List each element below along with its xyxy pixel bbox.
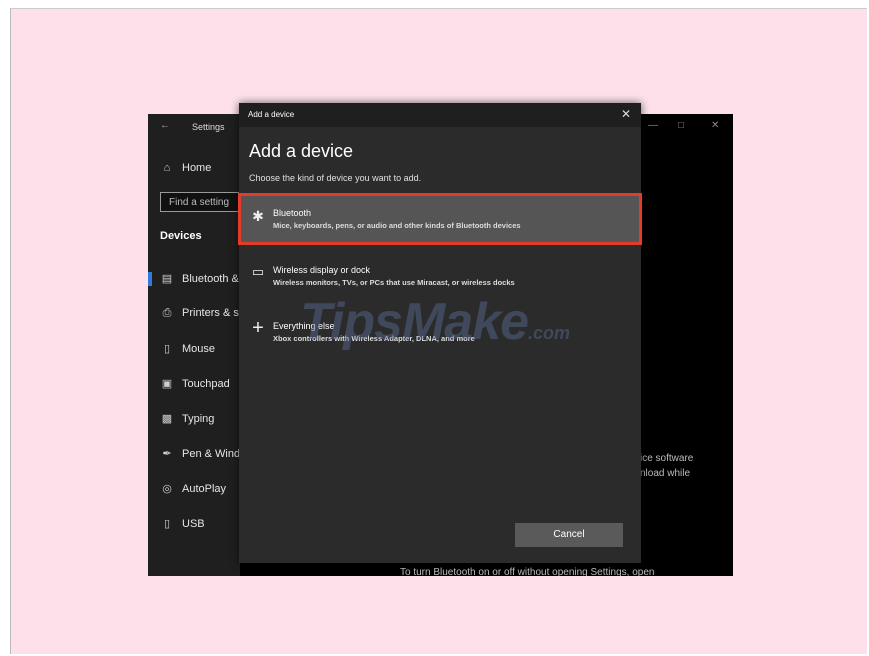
sidebar-item-touchpad[interactable]: ▣ Touchpad xyxy=(160,377,230,390)
bluetooth-devices-icon: ▤ xyxy=(161,273,173,285)
sidebar-item-label: Bluetooth & xyxy=(182,273,239,285)
settings-sidebar: ← Settings ⌂ Home Find a setting Devices … xyxy=(148,114,248,576)
sidebar-item-label: Home xyxy=(182,162,212,174)
bluetooth-icon: ✱ xyxy=(252,208,264,224)
option-bluetooth[interactable]: ✱ Bluetooth Mice, keyboards, pens, or au… xyxy=(238,193,642,245)
dialog-titlebar: Add a device ✕ xyxy=(239,103,641,127)
close-icon[interactable]: ✕ xyxy=(621,107,631,121)
watermark-text: TipsMake xyxy=(300,293,529,351)
sidebar-item-label: Mouse xyxy=(182,343,216,355)
background-text: To turn Bluetooth on or off without open… xyxy=(400,567,655,576)
window-close-icon[interactable]: ✕ xyxy=(711,120,719,131)
maximize-icon[interactable]: □ xyxy=(678,120,684,131)
sidebar-item-home[interactable]: ⌂ Home xyxy=(160,162,212,174)
sidebar-item-label: Printers & s xyxy=(182,307,239,319)
sidebar-item-autoplay[interactable]: ◎ AutoPlay xyxy=(160,482,226,495)
sidebar-item-label: USB xyxy=(182,518,205,530)
monitor-icon: ▭ xyxy=(251,264,265,279)
search-input[interactable]: Find a setting xyxy=(160,192,248,212)
sidebar-item-mouse[interactable]: ▯ Mouse xyxy=(160,342,215,355)
plus-icon: + xyxy=(252,317,264,339)
back-arrow-icon[interactable]: ← xyxy=(160,120,170,131)
option-title: Bluetooth xyxy=(273,208,312,218)
cancel-button[interactable]: Cancel xyxy=(515,523,623,547)
dialog-titlebar-text: Add a device xyxy=(248,110,295,119)
printer-icon: ⎙ xyxy=(162,307,172,319)
background-text: nload while xyxy=(640,468,691,479)
mouse-icon: ▯ xyxy=(163,343,171,355)
pen-icon: ✒ xyxy=(162,448,172,460)
background-text: ice software xyxy=(640,453,694,464)
watermark-logo: TipsMake.com xyxy=(300,292,570,352)
minimize-icon[interactable]: — xyxy=(648,120,658,131)
option-description: Mice, keyboards, pens, or audio and othe… xyxy=(273,221,521,230)
sidebar-item-label: Typing xyxy=(182,413,215,425)
keyboard-icon: ▩ xyxy=(161,413,173,425)
sidebar-item-typing[interactable]: ▩ Typing xyxy=(160,412,215,425)
option-description: Wireless monitors, TVs, or PCs that use … xyxy=(273,278,515,287)
sidebar-item-label: AutoPlay xyxy=(182,483,227,495)
settings-title: Settings xyxy=(192,122,225,132)
sidebar-item-pen[interactable]: ✒ Pen & Wind xyxy=(160,447,240,460)
sidebar-item-label: Touchpad xyxy=(182,378,230,390)
autoplay-icon: ◎ xyxy=(162,483,172,495)
selection-indicator xyxy=(148,272,152,286)
section-heading: Devices xyxy=(160,230,202,242)
usb-icon: ▯ xyxy=(163,518,171,530)
dialog-subtitle: Choose the kind of device you want to ad… xyxy=(249,173,422,183)
sidebar-item-printers[interactable]: ⎙ Printers & s xyxy=(160,307,239,320)
watermark-suffix: .com xyxy=(528,323,571,343)
sidebar-item-usb[interactable]: ▯ USB xyxy=(160,517,205,530)
sidebar-item-bluetooth[interactable]: ▤ Bluetooth & xyxy=(160,272,239,285)
option-title: Wireless display or dock xyxy=(273,265,371,275)
sidebar-item-label: Pen & Wind xyxy=(182,448,241,460)
touchpad-icon: ▣ xyxy=(161,378,173,390)
home-icon: ⌂ xyxy=(163,162,171,174)
dialog-heading: Add a device xyxy=(249,141,354,161)
